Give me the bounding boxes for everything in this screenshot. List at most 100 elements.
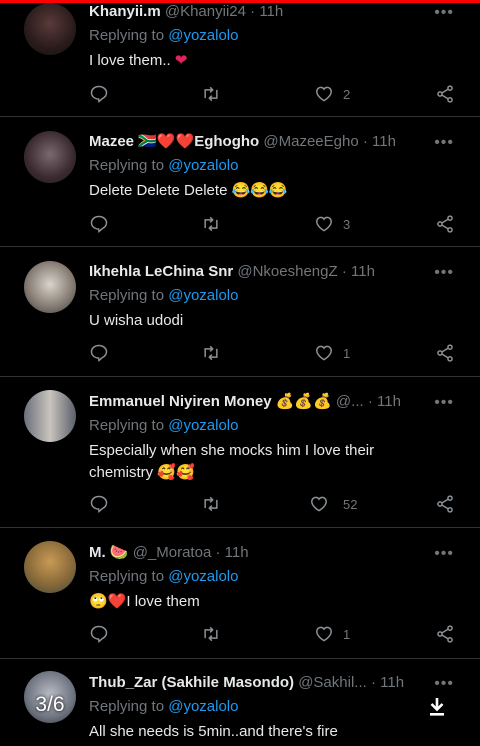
separator: ·: [370, 674, 376, 691]
more-options-button[interactable]: •••: [434, 394, 454, 412]
retweet-icon: [204, 626, 218, 642]
heart-icon: [316, 216, 332, 232]
replying-to-label: Replying to: [89, 417, 165, 434]
mention-link[interactable]: @yozalolo: [168, 698, 238, 715]
like-button[interactable]: 3: [314, 212, 350, 236]
mention-link[interactable]: @yozalolo: [168, 417, 238, 434]
separator: ·: [215, 544, 221, 561]
mention-link[interactable]: @yozalolo: [168, 157, 238, 174]
heart-emoji: ❤: [174, 52, 188, 69]
tweet-header: Ikhehla LeChina Snr @NkoeshengZ · 11h: [89, 262, 460, 282]
reply-button[interactable]: [89, 341, 109, 365]
reply-button[interactable]: [89, 82, 109, 106]
heart-icon: [316, 86, 332, 102]
page-indicator: 3/6: [35, 693, 65, 716]
tweet-text: All she needs is 5min..and there's fire: [89, 723, 338, 740]
tweet-header: Khanyii.m @Khanyii24 · 11h: [89, 2, 460, 22]
like-button[interactable]: 1: [314, 341, 350, 365]
tweet-header: Mazee 🇿🇦❤️❤️Eghogho @MazeeEgho · 11h: [89, 132, 460, 152]
reply-tweet[interactable]: M. 🍉 @_Moratoa · 11h Replying to @yozalo…: [0, 528, 480, 659]
retweet-icon: [204, 216, 218, 232]
like-button[interactable]: 52: [309, 492, 357, 516]
author-name[interactable]: Emmanuel Niyiren Money 💰💰💰: [89, 393, 332, 410]
reply-tweet[interactable]: Ikhehla LeChina Snr @NkoeshengZ · 11h Re…: [0, 247, 480, 377]
replying-to-label: Replying to: [89, 287, 165, 304]
author-handle[interactable]: @NkoeshengZ: [237, 263, 337, 280]
tweet-text: Especially when she mocks him I love the…: [89, 442, 375, 481]
reply-tweet[interactable]: Khanyii.m @Khanyii24 · 11h Replying to @…: [0, 0, 480, 117]
mention-link[interactable]: @yozalolo: [168, 287, 238, 304]
retweet-icon: [204, 86, 218, 102]
author-handle[interactable]: @...: [336, 393, 364, 410]
like-count: 1: [343, 626, 351, 642]
reply-button[interactable]: [89, 212, 109, 236]
tweet-text: Delete Delete Delete 😂😂😂: [89, 182, 288, 199]
author-handle[interactable]: @Khanyii24: [165, 3, 246, 20]
replying-to: Replying to @yozalolo: [89, 26, 460, 46]
more-options-button[interactable]: •••: [434, 545, 454, 563]
timestamp[interactable]: 11h: [259, 3, 283, 20]
retweet-button[interactable]: [201, 492, 221, 516]
timestamp[interactable]: 11h: [372, 133, 396, 150]
more-options-button[interactable]: •••: [434, 134, 454, 152]
replying-to: Replying to @yozalolo: [89, 697, 460, 717]
heart-icon: [316, 345, 332, 361]
retweet-button[interactable]: [201, 82, 221, 106]
retweet-button[interactable]: [201, 622, 221, 646]
author-handle[interactable]: @MazeeEgho: [263, 133, 358, 150]
replying-to-label: Replying to: [89, 157, 165, 174]
author-name[interactable]: M. 🍉: [89, 544, 129, 561]
separator: ·: [362, 133, 368, 150]
retweet-button[interactable]: [201, 212, 221, 236]
like-button[interactable]: 2: [314, 82, 350, 106]
like-button[interactable]: 1: [314, 622, 350, 646]
author-name[interactable]: Mazee 🇿🇦❤️❤️Eghogho: [89, 133, 259, 150]
more-options-button[interactable]: •••: [434, 264, 454, 282]
avatar[interactable]: [24, 541, 76, 593]
timestamp[interactable]: 11h: [225, 544, 249, 561]
separator: ·: [367, 393, 373, 410]
replying-to-label: Replying to: [89, 568, 165, 585]
like-count: 1: [343, 345, 351, 361]
retweet-icon: [204, 345, 218, 361]
like-count: 52: [343, 496, 358, 512]
avatar[interactable]: [24, 3, 76, 55]
mention-link[interactable]: @yozalolo: [168, 568, 238, 585]
share-button[interactable]: [435, 492, 455, 516]
author-handle[interactable]: @Sakhil...: [298, 674, 367, 691]
author-name[interactable]: Khanyii.m: [89, 3, 161, 20]
reply-button[interactable]: [89, 622, 109, 646]
author-name[interactable]: Thub_Zar (Sakhile Masondo): [89, 674, 294, 691]
reply-icon: [90, 344, 108, 362]
reply-tweet[interactable]: Emmanuel Niyiren Money 💰💰💰 @... · 11h Re…: [0, 377, 480, 528]
tweet-header: Emmanuel Niyiren Money 💰💰💰 @... · 11h: [89, 392, 460, 412]
timestamp[interactable]: 11h: [380, 674, 404, 691]
reply-tweet[interactable]: Mazee 🇿🇦❤️❤️Eghogho @MazeeEgho · 11h Rep…: [0, 117, 480, 247]
replying-to: Replying to @yozalolo: [89, 286, 460, 306]
reply-button[interactable]: [89, 492, 109, 516]
author-name[interactable]: Ikhehla LeChina Snr: [89, 263, 233, 280]
more-options-button[interactable]: •••: [434, 4, 454, 22]
tweet-header: Thub_Zar (Sakhile Masondo) @Sakhil... · …: [89, 673, 460, 693]
download-button[interactable]: [428, 697, 446, 722]
share-button[interactable]: [435, 622, 455, 646]
retweet-button[interactable]: [201, 341, 221, 365]
retweet-icon: [204, 496, 218, 512]
share-icon: [437, 344, 453, 362]
tweet-header: M. 🍉 @_Moratoa · 11h: [89, 543, 460, 563]
share-button[interactable]: [435, 82, 455, 106]
replying-to-label: Replying to: [89, 698, 165, 715]
avatar[interactable]: [24, 390, 76, 442]
avatar[interactable]: [24, 261, 76, 313]
avatar[interactable]: [24, 131, 76, 183]
share-icon: [437, 495, 453, 513]
mention-link[interactable]: @yozalolo: [168, 27, 238, 44]
reply-tweet[interactable]: 3/6 Thub_Zar (Sakhile Masondo) @Sakhil..…: [0, 659, 480, 746]
heart-icon: [316, 626, 332, 642]
timestamp[interactable]: 11h: [351, 263, 375, 280]
timestamp[interactable]: 11h: [377, 393, 401, 410]
share-button[interactable]: [435, 212, 455, 236]
author-handle[interactable]: @_Moratoa: [133, 544, 212, 561]
share-button[interactable]: [435, 341, 455, 365]
more-options-button[interactable]: •••: [434, 675, 454, 693]
